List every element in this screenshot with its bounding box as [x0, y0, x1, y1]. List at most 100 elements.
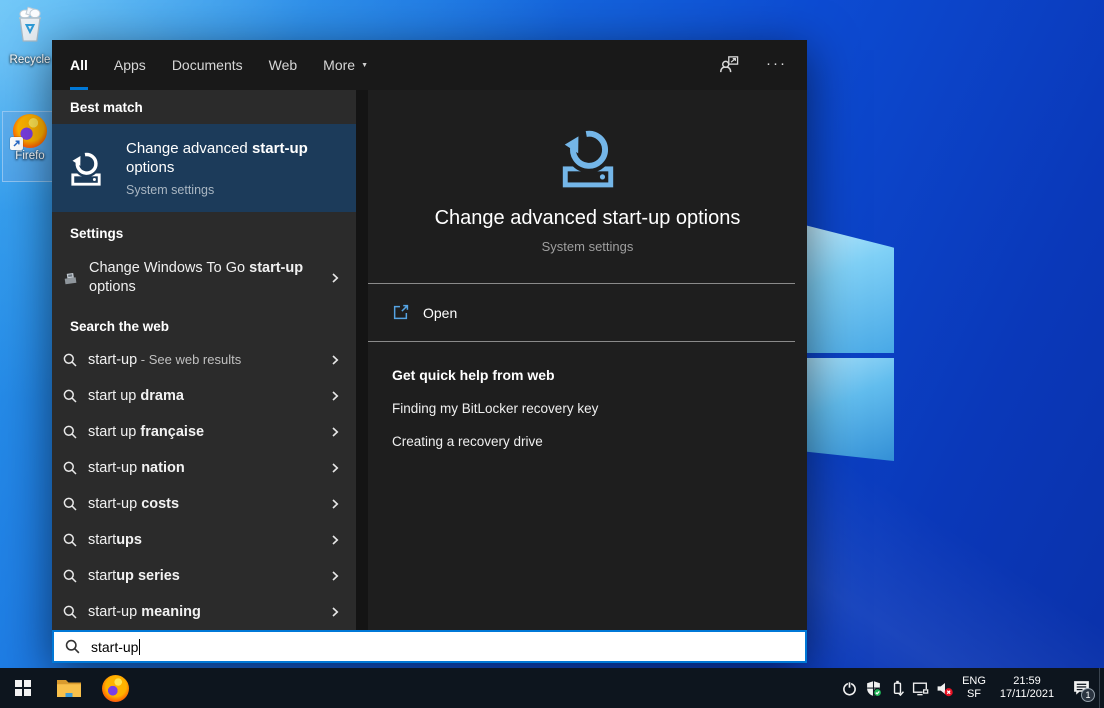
web-suggestion-item[interactable]: start-up meaning [52, 594, 356, 630]
suggestion-text: start-up costs [88, 496, 328, 512]
search-filter-bar: All Apps Documents Web More ▼ ··· [52, 40, 807, 90]
web-suggestion-item[interactable]: start-up nation [52, 450, 356, 486]
language-code: ENG [959, 675, 989, 688]
recycle-bin-icon [10, 5, 50, 47]
search-icon [62, 388, 78, 404]
web-suggestion-item[interactable]: start up drama [52, 378, 356, 414]
language-indicator[interactable]: ENG SF [957, 675, 991, 701]
start-button[interactable] [0, 668, 46, 708]
suggestion-text: start up drama [88, 388, 328, 404]
result-title: Change Windows To Go start-up options [89, 259, 328, 297]
search-icon [62, 352, 78, 368]
desktop-icon-firefox[interactable]: Firefo [2, 111, 58, 182]
search-input-value: start-up [91, 639, 138, 655]
advanced-startup-icon-large [557, 126, 619, 188]
suggestion-text: startups [88, 532, 328, 548]
chevron-right-icon [328, 461, 342, 475]
result-subtitle: System settings [126, 183, 308, 197]
more-options-icon[interactable]: ··· [766, 55, 787, 76]
tray-usb-icon[interactable] [885, 668, 909, 708]
chevron-right-icon [328, 533, 342, 547]
chevron-right-icon [328, 353, 342, 367]
suggestion-text: startup series [88, 568, 328, 584]
tab-label: Apps [114, 57, 146, 73]
title-text: Change Windows To Go [89, 260, 249, 276]
notification-count-badge: 1 [1081, 688, 1095, 702]
preview-title: Change advanced start-up options [368, 207, 807, 230]
shortcut-arrow-icon [10, 137, 23, 150]
search-icon [62, 532, 78, 548]
keyboard-layout-code: SF [959, 688, 989, 701]
taskbar-clock[interactable]: 21:59 17/11/2021 [991, 675, 1063, 701]
desktop-icon-recycle-bin[interactable]: Recycle [2, 5, 58, 67]
tab-label: More [323, 57, 355, 73]
chevron-right-icon [328, 425, 342, 439]
chevron-right-icon [328, 389, 342, 403]
title-line2-text: options [89, 279, 136, 295]
chevron-down-icon: ▼ [361, 62, 368, 69]
firefox-icon [13, 114, 47, 148]
taskbar-file-explorer-button[interactable] [46, 668, 92, 708]
search-icon [62, 424, 78, 440]
chevron-right-icon [328, 497, 342, 511]
help-link-bitlocker[interactable]: Finding my BitLocker recovery key [392, 401, 598, 416]
wallpaper-logo-pane-bottom [807, 358, 894, 461]
web-suggestion-item[interactable]: start-up - See web results [52, 342, 356, 378]
desktop-icon-label: Firefo [3, 150, 57, 163]
search-icon [62, 496, 78, 512]
show-desktop-button[interactable] [1099, 668, 1104, 708]
title-match-text: start-up [252, 140, 308, 157]
web-suggestion-item[interactable]: startups [52, 522, 356, 558]
open-external-icon [392, 304, 409, 321]
settings-result-windows-to-go[interactable]: Change Windows To Go start-up options [52, 249, 356, 307]
tab-documents[interactable]: Documents [172, 40, 243, 90]
file-explorer-icon [56, 677, 82, 699]
web-suggestion-item[interactable]: start-up costs [52, 486, 356, 522]
section-header-settings: Settings [52, 226, 356, 241]
chevron-right-icon [328, 605, 342, 619]
tray-power-icon[interactable] [837, 668, 861, 708]
clock-time: 21:59 [991, 675, 1063, 688]
action-center-button[interactable]: 1 [1063, 668, 1099, 708]
tray-windows-security-icon[interactable] [861, 668, 885, 708]
open-action[interactable]: Open [368, 284, 807, 341]
help-link-recovery-drive[interactable]: Creating a recovery drive [392, 434, 543, 449]
filter-tabs: All Apps Documents Web More ▼ [70, 40, 368, 90]
tab-all[interactable]: All [70, 40, 88, 90]
windows-to-go-icon [62, 270, 79, 287]
suggestion-text: start-up meaning [88, 604, 328, 620]
suggestion-text: start up française [88, 424, 328, 440]
tab-web[interactable]: Web [269, 40, 298, 90]
tab-apps[interactable]: Apps [114, 40, 146, 90]
firefox-icon [102, 675, 129, 702]
tab-more[interactable]: More ▼ [323, 40, 368, 90]
result-preview-panel: Change advanced start-up options System … [368, 90, 807, 630]
tab-label: Documents [172, 57, 243, 73]
title-text: Change advanced [126, 140, 252, 157]
tray-volume-muted-icon[interactable] [933, 668, 957, 708]
title-match-text: start-up [249, 260, 303, 276]
web-suggestions-list: start-up - See web results start up dram… [52, 342, 356, 630]
taskbar: ENG SF 21:59 17/11/2021 1 [0, 668, 1104, 708]
sign-in-options-icon[interactable] [718, 54, 740, 76]
search-flyout-window: All Apps Documents Web More ▼ ··· Best m… [52, 40, 807, 663]
web-suggestion-item[interactable]: start up française [52, 414, 356, 450]
result-title: Change advanced start-up [126, 139, 308, 158]
search-icon [62, 568, 78, 584]
preview-subtitle: System settings [368, 239, 807, 254]
windows-logo-icon [15, 680, 31, 696]
best-match-result[interactable]: Change advanced start-up options System … [52, 124, 356, 212]
section-header-search-the-web: Search the web [52, 319, 356, 334]
search-icon [64, 638, 81, 655]
search-results-panel: Best match Change advanced start-up opti… [52, 90, 368, 630]
advanced-startup-icon [68, 150, 104, 186]
taskbar-search-input[interactable]: start-up [52, 630, 807, 663]
tray-network-icon[interactable] [909, 668, 933, 708]
chevron-right-icon [328, 271, 342, 285]
taskbar-firefox-button[interactable] [92, 668, 138, 708]
section-header-best-match: Best match [52, 100, 356, 115]
desktop-icon-label: Recycle [2, 54, 58, 67]
clock-date: 17/11/2021 [991, 688, 1063, 701]
web-suggestion-item[interactable]: startup series [52, 558, 356, 594]
wallpaper-logo-pane-top [807, 223, 894, 353]
